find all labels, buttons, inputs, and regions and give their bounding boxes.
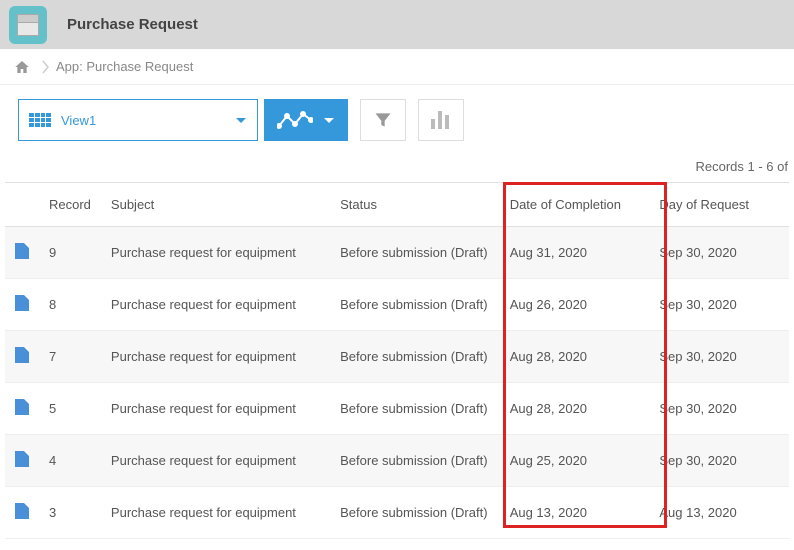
chevron-down-icon xyxy=(235,114,247,126)
col-header-record[interactable]: Record xyxy=(39,183,101,227)
breadcrumb: App: Purchase Request xyxy=(0,49,794,85)
cell-request: Aug 13, 2020 xyxy=(649,487,789,539)
records-table-container: Record Subject Status Date of Completion… xyxy=(0,182,794,539)
table-row[interactable]: 9 Purchase request for equipment Before … xyxy=(5,227,789,279)
cell-completion: Aug 31, 2020 xyxy=(500,227,650,279)
document-icon[interactable] xyxy=(15,503,29,519)
cell-subject: Purchase request for equipment xyxy=(101,331,330,383)
cell-subject: Purchase request for equipment xyxy=(101,227,330,279)
cell-request: Sep 30, 2020 xyxy=(649,227,789,279)
table-row[interactable]: 5 Purchase request for equipment Before … xyxy=(5,383,789,435)
cell-status: Before submission (Draft) xyxy=(330,279,500,331)
cell-subject: Purchase request for equipment xyxy=(101,435,330,487)
cell-subject: Purchase request for equipment xyxy=(101,383,330,435)
col-header-subject[interactable]: Subject xyxy=(101,183,330,227)
cell-completion: Aug 13, 2020 xyxy=(500,487,650,539)
table-row[interactable]: 8 Purchase request for equipment Before … xyxy=(5,279,789,331)
filter-button[interactable] xyxy=(360,99,406,141)
cell-subject: Purchase request for equipment xyxy=(101,279,330,331)
col-header-request[interactable]: Day of Request xyxy=(649,183,789,227)
cell-completion: Aug 26, 2020 xyxy=(500,279,650,331)
cell-completion: Aug 28, 2020 xyxy=(500,331,650,383)
cell-record: 3 xyxy=(39,487,101,539)
records-table: Record Subject Status Date of Completion… xyxy=(5,182,789,539)
cell-subject: Purchase request for equipment xyxy=(101,487,330,539)
cell-request: Sep 30, 2020 xyxy=(649,383,789,435)
records-count: Records 1 - 6 of xyxy=(0,155,794,182)
grid-icon xyxy=(29,113,51,127)
document-icon[interactable] xyxy=(15,399,29,415)
cell-record: 7 xyxy=(39,331,101,383)
filter-icon xyxy=(373,110,393,130)
chevron-right-icon xyxy=(42,60,50,74)
chevron-down-icon xyxy=(323,114,335,126)
toolbar: View1 xyxy=(0,85,794,155)
home-icon[interactable] xyxy=(14,59,30,75)
cell-record: 9 xyxy=(39,227,101,279)
cell-request: Sep 30, 2020 xyxy=(649,279,789,331)
cell-completion: Aug 28, 2020 xyxy=(500,383,650,435)
cell-request: Sep 30, 2020 xyxy=(649,435,789,487)
app-header: Purchase Request xyxy=(0,0,794,49)
view-selector[interactable]: View1 xyxy=(18,99,258,141)
cell-status: Before submission (Draft) xyxy=(330,227,500,279)
cell-completion: Aug 25, 2020 xyxy=(500,435,650,487)
bar-chart-icon xyxy=(431,111,451,129)
cell-status: Before submission (Draft) xyxy=(330,435,500,487)
app-title: Purchase Request xyxy=(67,16,198,33)
table-row[interactable]: 3 Purchase request for equipment Before … xyxy=(5,487,789,539)
table-header-row: Record Subject Status Date of Completion… xyxy=(5,183,789,227)
table-row[interactable]: 7 Purchase request for equipment Before … xyxy=(5,331,789,383)
col-header-icon xyxy=(5,183,39,227)
cell-status: Before submission (Draft) xyxy=(330,487,500,539)
col-header-completion[interactable]: Date of Completion xyxy=(500,183,650,227)
cell-request: Sep 30, 2020 xyxy=(649,331,789,383)
document-icon[interactable] xyxy=(15,347,29,363)
cell-record: 4 xyxy=(39,435,101,487)
view-label: View1 xyxy=(61,113,96,128)
col-header-status[interactable]: Status xyxy=(330,183,500,227)
table-row[interactable]: 4 Purchase request for equipment Before … xyxy=(5,435,789,487)
app-icon xyxy=(9,6,47,44)
cell-record: 5 xyxy=(39,383,101,435)
line-graph-icon xyxy=(277,110,313,130)
document-icon[interactable] xyxy=(15,243,29,259)
cell-status: Before submission (Draft) xyxy=(330,383,500,435)
document-icon[interactable] xyxy=(15,295,29,311)
breadcrumb-path[interactable]: App: Purchase Request xyxy=(56,59,193,74)
document-icon[interactable] xyxy=(15,451,29,467)
cell-record: 8 xyxy=(39,279,101,331)
chart-button[interactable] xyxy=(418,99,464,141)
graph-button[interactable] xyxy=(264,99,348,141)
cell-status: Before submission (Draft) xyxy=(330,331,500,383)
